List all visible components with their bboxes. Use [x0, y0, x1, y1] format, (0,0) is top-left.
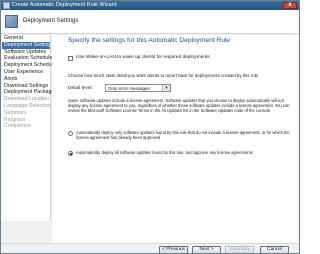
sidebar-item-deployment-schedule[interactable]: Deployment Schedule	[2, 62, 56, 69]
cancel-button[interactable]: Cancel	[260, 246, 289, 253]
detail-level-value: Only error messages	[108, 86, 150, 91]
wake-on-lan-checkbox[interactable]	[68, 56, 73, 61]
previous-button[interactable]: < Previous	[159, 246, 188, 253]
sidebar-item-evaluation-schedule[interactable]: Evaluation Schedule	[2, 55, 52, 62]
page-header: Deployment Settings	[1, 10, 299, 34]
detail-level-dropdown[interactable]: Only error messages ▼	[105, 84, 171, 92]
license-option-approve-all-radio[interactable]	[68, 151, 73, 156]
license-option-approved-only-radio[interactable]	[68, 131, 73, 136]
license-info-text: Some software updates include a license …	[68, 98, 290, 114]
wizard-footer: < Previous Next > Summary Cancel	[1, 243, 299, 253]
wake-on-lan-label: Use Wake-on-LAN to wake up clients for r…	[76, 55, 210, 60]
summary-button: Summary	[225, 246, 254, 253]
wizard-steps-sidebar: General Deployment Settings Software Upd…	[1, 35, 56, 221]
sidebar-item-software-updates[interactable]: Software Updates	[2, 49, 50, 56]
window-title: Create Automatic Deployment Rule Wizard	[12, 2, 117, 8]
main-content: Specify the settings for this Automatic …	[52, 35, 299, 243]
sidebar-item-summary: Summary	[4, 109, 27, 116]
page-title: Deployment Settings	[23, 18, 79, 24]
license-option-approve-all-label: Automatically deploy all software update…	[76, 150, 253, 155]
sidebar-item-download-location: Download Location	[4, 96, 50, 103]
close-button[interactable]: x	[283, 2, 297, 9]
sidebar-item-progress: Progress	[4, 116, 26, 123]
wizard-window: Create Automatic Deployment Rule Wizard …	[0, 0, 300, 254]
section-heading: Specify the settings for this Automatic …	[68, 37, 230, 44]
sidebar-item-deployment-settings[interactable]: Deployment Settings	[2, 41, 53, 49]
detail-level-label: Detail level:	[68, 86, 93, 91]
title-bar: Create Automatic Deployment Rule Wizard …	[1, 1, 299, 10]
app-icon	[3, 2, 10, 9]
chevron-down-icon[interactable]: ▼	[162, 85, 170, 91]
sidebar-item-alerts[interactable]: Alerts	[2, 76, 50, 83]
next-button[interactable]: Next >	[192, 246, 221, 253]
state-detail-description: Choose how much state detail you want cl…	[68, 73, 260, 78]
sidebar-item-user-experience[interactable]: User Experience	[2, 69, 50, 76]
license-option-approved-only-label: Automatically deploy only software updat…	[76, 130, 290, 141]
sidebar-item-completion: Completion	[4, 123, 31, 130]
wizard-icon	[5, 15, 18, 28]
sidebar-item-download-settings[interactable]: Download Settings	[2, 83, 50, 90]
sidebar-item-deployment-package[interactable]: Deployment Package	[2, 89, 54, 96]
sidebar-item-general[interactable]: General	[2, 35, 50, 42]
sidebar-item-language-selection: Language Selection	[4, 103, 51, 109]
